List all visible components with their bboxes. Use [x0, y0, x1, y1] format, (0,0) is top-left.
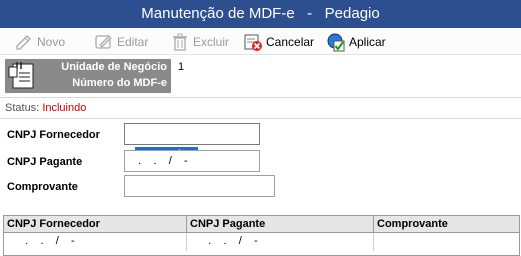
row-cnpj-pagante: . . / -: [187, 233, 374, 251]
row-cnpj-fornecedor: . . / -: [4, 233, 187, 251]
comprovante-label: Comprovante: [7, 181, 78, 193]
column-header-fornecedor[interactable]: CNPJ Fornecedor: [4, 216, 187, 232]
comprovante-input[interactable]: [124, 175, 275, 197]
excluir-button[interactable]: Excluir: [170, 31, 229, 53]
grid-header: CNPJ Fornecedor CNPJ Pagante Comprovante: [4, 216, 519, 233]
excluir-label: Excluir: [193, 35, 230, 49]
status-label: Status:: [5, 102, 40, 114]
cancelar-button[interactable]: Cancelar: [243, 31, 314, 53]
unidade-label: Unidade de Negócio: [61, 61, 167, 73]
fornecedor-label: CNPJ Fornecedor: [7, 129, 100, 141]
new-document-icon: [14, 32, 34, 52]
novo-button[interactable]: Novo: [14, 31, 65, 53]
table-row[interactable]: . . / - . . / -: [4, 233, 519, 251]
editar-button[interactable]: Editar: [94, 31, 148, 53]
info-labels: Unidade de Negócio Número do MDF-e: [45, 59, 171, 93]
novo-label: Novo: [37, 35, 66, 49]
cancelar-label: Cancelar: [266, 35, 315, 49]
aplicar-button[interactable]: Aplicar: [326, 31, 386, 53]
toolbar: Novo Editar Excluir Cancelar Aplicar: [0, 28, 521, 55]
cnpj-pagante-input[interactable]: . . / -: [124, 150, 260, 172]
window-title: Manutenção de MDF-e - Pedagio: [0, 0, 521, 28]
trash-icon: [170, 32, 190, 52]
aplicar-label: Aplicar: [349, 35, 386, 49]
document-header: Unidade de Negócio Número do MDF-e 1: [0, 56, 521, 96]
status-value: Incluindo: [42, 102, 87, 114]
row-comprovante: [374, 233, 519, 251]
pedagio-grid: CNPJ Fornecedor CNPJ Pagante Comprovante…: [3, 215, 520, 256]
pagante-label: CNPJ Pagante: [7, 156, 83, 168]
numero-label: Número do MDF-e: [72, 77, 167, 89]
status-bar: Status: Incluindo: [0, 97, 521, 119]
unidade-value: 1: [178, 61, 185, 73]
column-header-pagante[interactable]: CNPJ Pagante: [187, 216, 374, 232]
cnpj-fornecedor-input[interactable]: . . / -: [124, 123, 260, 161]
mdfe-document-icon: [5, 59, 45, 93]
edit-icon: [94, 32, 114, 52]
editar-label: Editar: [117, 35, 149, 49]
column-header-comprovante[interactable]: Comprovante: [374, 216, 519, 232]
apply-icon: [326, 32, 346, 52]
info-values: 1: [178, 61, 184, 73]
cancel-icon: [243, 32, 263, 52]
